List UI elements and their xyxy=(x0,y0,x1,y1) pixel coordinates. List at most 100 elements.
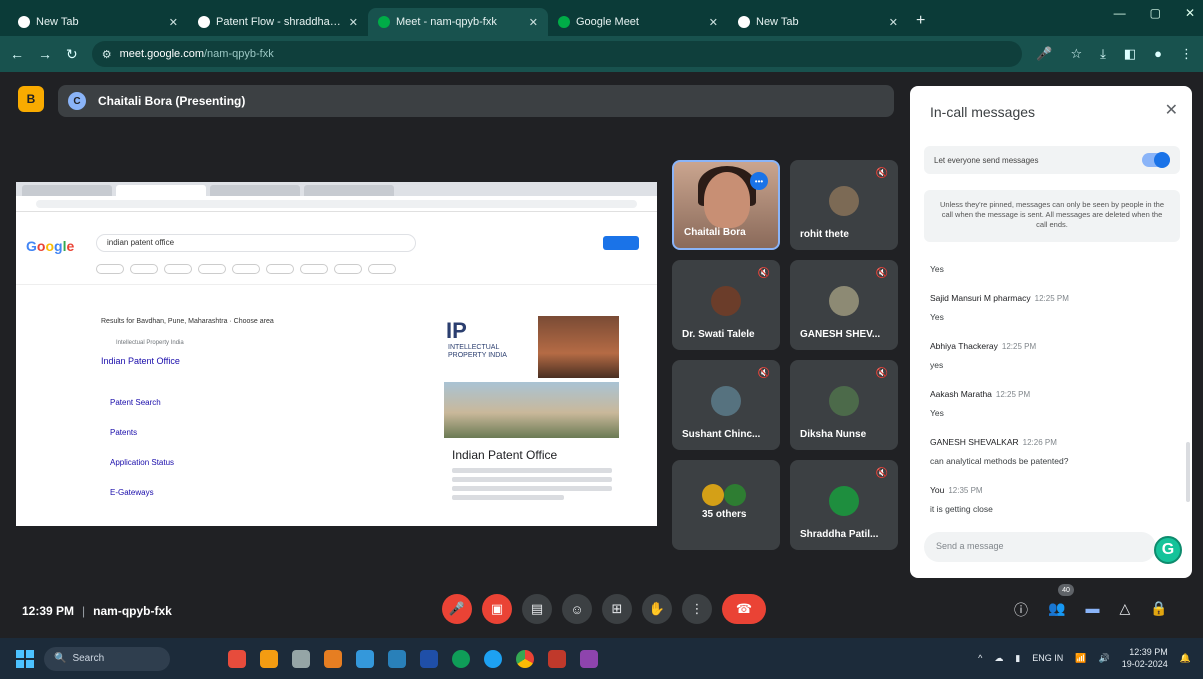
taskbar-clock[interactable]: 12:39 PM 19-02-2024 xyxy=(1122,646,1168,670)
shared-tab xyxy=(210,185,300,196)
windows-start-icon[interactable] xyxy=(16,649,34,668)
battery-icon[interactable]: ▮ xyxy=(1015,653,1020,664)
notification-icon[interactable]: 🔔 xyxy=(1180,653,1191,664)
shared-address-bar xyxy=(16,196,657,212)
knowledge-panel: IP INTELLECTUAL PROPERTY INDIA Indian Pa… xyxy=(444,316,619,526)
browser-tab[interactable]: Google Meet ✕ xyxy=(548,8,728,36)
app-icon[interactable] xyxy=(260,649,278,668)
wifi-icon[interactable]: 📶 xyxy=(1075,653,1086,664)
raise-hand-button[interactable]: ✋ xyxy=(642,594,672,624)
office-photo xyxy=(444,382,619,438)
reload-icon[interactable]: ↻ xyxy=(66,46,78,63)
presenting-bar: C Chaitali Bora (Presenting) xyxy=(58,85,894,117)
meeting-info: 12:39 PM | nam-qpyb-fxk xyxy=(22,604,172,618)
others-tile[interactable]: 35 others xyxy=(672,460,780,550)
info-icon[interactable]: ⓘ xyxy=(1014,600,1028,620)
sidebar-icon[interactable]: ◧ xyxy=(1124,46,1136,62)
participant-tile[interactable]: 🔇 GANESH SHEV... xyxy=(790,260,898,350)
profile-icon[interactable]: ● xyxy=(1154,46,1162,62)
app-icon[interactable] xyxy=(580,649,598,668)
app-icon[interactable] xyxy=(292,649,310,668)
participant-tile[interactable]: ••• Chaitali Bora xyxy=(672,160,780,250)
download-icon[interactable]: ⤓ xyxy=(1100,46,1106,62)
app-icon[interactable] xyxy=(324,649,342,668)
captions-button[interactable]: ▤ xyxy=(522,594,552,624)
avatar xyxy=(711,386,741,416)
avatar xyxy=(829,386,859,416)
avatar xyxy=(724,484,746,506)
site-info-icon[interactable]: ⚙ xyxy=(102,48,112,61)
list-item: Sajid Mansuri M pharmacy 12:25 PM Yes xyxy=(930,293,1069,322)
meet-stage: B C Chaitali Bora (Presenting) Google in… xyxy=(0,72,1203,638)
message-input[interactable]: Send a message xyxy=(924,532,1156,562)
result-main-title: Indian Patent Office xyxy=(101,356,180,366)
chat-scrollbar[interactable] xyxy=(1186,442,1190,502)
volume-icon[interactable]: 🔊 xyxy=(1099,653,1110,664)
menu-dots-icon[interactable]: ⋮ xyxy=(1180,46,1193,62)
app-icon[interactable] xyxy=(548,649,566,668)
more-options-button[interactable]: ⋮ xyxy=(682,594,712,624)
url-input[interactable]: ⚙ meet.google.com/nam-qpyb-fxk xyxy=(91,41,1023,67)
close-tab-icon[interactable]: ✕ xyxy=(709,16,718,29)
browser-tab-active[interactable]: Meet - nam-qpyb-fxk ✕ xyxy=(368,8,548,36)
app-icon[interactable] xyxy=(452,649,470,668)
host-controls-icon[interactable]: 🔒 xyxy=(1150,600,1167,620)
filter-chip xyxy=(368,264,396,274)
back-icon[interactable]: ← xyxy=(10,46,24,62)
app-icon[interactable] xyxy=(420,649,438,668)
browser-tab[interactable]: New Tab ✕ xyxy=(8,8,188,36)
location-line: Results for Bavdhan, Pune, Maharashtra ·… xyxy=(101,318,274,325)
close-tab-icon[interactable]: ✕ xyxy=(349,16,358,29)
new-tab-icon[interactable]: + xyxy=(916,12,925,30)
participant-tile[interactable]: 🔇 Dr. Swati Talele xyxy=(672,260,780,350)
chrome-icon[interactable] xyxy=(516,649,534,668)
participant-tile[interactable]: 🔇 Diksha Nunse xyxy=(790,360,898,450)
minimize-icon[interactable]: — xyxy=(1114,6,1126,20)
app-icon[interactable] xyxy=(356,649,374,668)
maximize-icon[interactable]: ▢ xyxy=(1150,6,1161,20)
grammarly-icon[interactable]: G xyxy=(1154,536,1182,564)
camera-off-button[interactable]: ▣ xyxy=(482,594,512,624)
close-tab-icon[interactable]: ✕ xyxy=(169,16,178,29)
forward-icon[interactable]: → xyxy=(38,46,52,62)
tab-favicon-icon xyxy=(18,16,30,28)
network-icon[interactable]: ☁ xyxy=(994,653,1003,664)
list-item: Aakash Maratha 12:25 PM Yes xyxy=(930,389,1031,418)
people-icon[interactable]: 👥 xyxy=(1048,600,1065,620)
knowledge-panel-description xyxy=(452,468,612,504)
app-icon[interactable] xyxy=(228,649,246,668)
mic-off-button[interactable]: 🎤 xyxy=(442,594,472,624)
close-window-icon[interactable]: ✕ xyxy=(1185,6,1195,20)
allow-messages-toggle[interactable] xyxy=(1142,152,1170,168)
taskbar-search[interactable]: 🔍 Search xyxy=(44,646,170,671)
mic-off-icon: 🔇 xyxy=(875,468,889,479)
edge-icon[interactable] xyxy=(484,649,502,668)
leave-call-button[interactable]: ☎ xyxy=(722,594,766,624)
mic-icon[interactable]: 🎤 xyxy=(1036,46,1052,62)
close-tab-icon[interactable]: ✕ xyxy=(889,16,898,29)
participant-tile[interactable]: 🔇 Shraddha Patil... xyxy=(790,460,898,550)
chat-icon[interactable]: ▬ xyxy=(1085,600,1099,620)
filter-chip xyxy=(198,264,226,274)
bookmark-star-icon[interactable]: ☆ xyxy=(1070,46,1082,62)
result-sub-link: Patents xyxy=(110,428,138,437)
close-tab-icon[interactable]: ✕ xyxy=(529,16,538,29)
browser-tab[interactable]: Patent Flow - shraddhapatil8 ✕ xyxy=(188,8,368,36)
emoji-button[interactable]: ☺ xyxy=(562,594,592,624)
close-icon[interactable]: ✕ xyxy=(1165,100,1178,120)
browser-tab[interactable]: New Tab ✕ xyxy=(728,8,908,36)
filter-chip xyxy=(164,264,192,274)
participant-count-badge: 40 xyxy=(1058,584,1074,596)
app-icon[interactable] xyxy=(388,649,406,668)
participant-tile[interactable]: 🔇 Sushant Chinc... xyxy=(672,360,780,450)
present-button[interactable]: ⊞ xyxy=(602,594,632,624)
chevron-up-icon[interactable]: ^ xyxy=(978,653,982,663)
list-item: Abhiya Thackeray 12:25 PM yes xyxy=(930,341,1037,370)
shared-tab xyxy=(304,185,394,196)
activities-icon[interactable]: △ xyxy=(1119,600,1130,620)
message-list: Yes Sajid Mansuri M pharmacy 12:25 PM Yes… xyxy=(930,264,1180,528)
participant-tile[interactable]: 🔇 rohit thete xyxy=(790,160,898,250)
language-indicator[interactable]: ENG IN xyxy=(1032,653,1063,663)
avatar xyxy=(829,186,859,216)
chat-panel: In-call messages ✕ Let everyone send mes… xyxy=(910,86,1192,578)
